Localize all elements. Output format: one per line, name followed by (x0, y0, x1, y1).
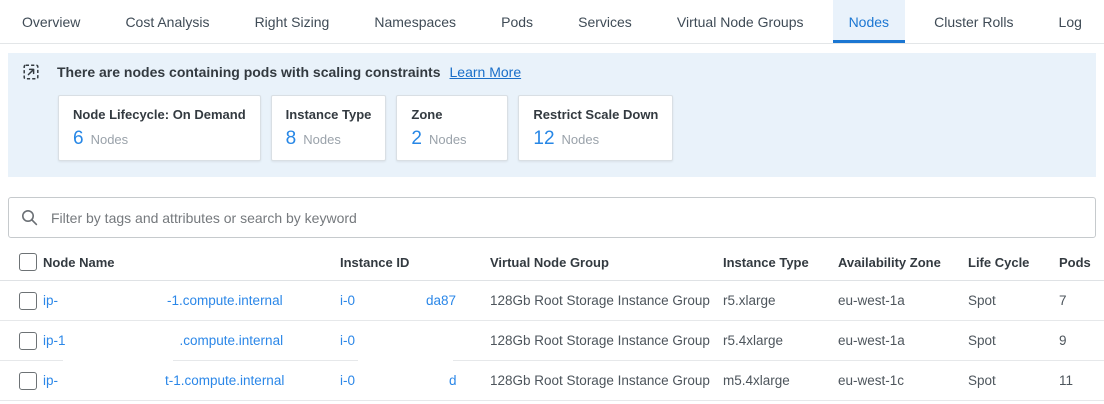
filter-bar (8, 197, 1096, 238)
node-name-link[interactable]: ip- (43, 373, 58, 388)
pods-cell: 9 (1059, 333, 1104, 348)
tab-overview[interactable]: Overview (6, 0, 96, 43)
redaction-patch (358, 357, 453, 362)
redaction-patch (63, 357, 173, 362)
card-unit: Nodes (91, 132, 129, 147)
node-name-link[interactable]: t-1.compute.internal (165, 373, 284, 388)
learn-more-link[interactable]: Learn More (450, 64, 522, 80)
banner-message: There are nodes containing pods with sca… (57, 64, 441, 80)
table-row: ip- t-1.compute.internal i-0 d 128Gb Roo… (0, 361, 1104, 401)
node-name-link[interactable]: .compute.internal (180, 333, 284, 348)
table-header-row: Node Name Instance ID Virtual Node Group… (0, 244, 1104, 281)
card-count: 6 (73, 128, 84, 150)
column-header-node-name[interactable]: Node Name (43, 255, 340, 270)
virtual-node-group-cell: 128Gb Root Storage Instance Group (490, 373, 723, 388)
card-unit: Nodes (303, 132, 341, 147)
tab-nodes[interactable]: Nodes (833, 0, 905, 43)
scaling-constraints-banner: There are nodes containing pods with sca… (8, 53, 1096, 177)
instance-type-cell: m5.4xlarge (723, 373, 838, 388)
life-cycle-cell: Spot (968, 333, 1059, 348)
instance-type-cell: r5.xlarge (723, 293, 838, 308)
search-icon (21, 209, 38, 226)
card-count: 8 (286, 128, 297, 150)
tab-right-sizing[interactable]: Right Sizing (239, 0, 346, 43)
scale-up-icon (23, 64, 39, 80)
life-cycle-cell: Spot (968, 293, 1059, 308)
availability-zone-cell: eu-west-1a (838, 293, 968, 308)
card-unit: Nodes (429, 132, 467, 147)
virtual-node-group-cell: 128Gb Root Storage Instance Group (490, 333, 723, 348)
availability-zone-cell: eu-west-1c (838, 373, 968, 388)
redacted-text (66, 340, 180, 341)
tab-cost-analysis[interactable]: Cost Analysis (109, 0, 225, 43)
virtual-node-group-cell: 128Gb Root Storage Instance Group (490, 293, 723, 308)
node-name-link[interactable]: ip- (43, 293, 58, 308)
availability-zone-cell: eu-west-1a (838, 333, 968, 348)
card-count: 2 (411, 128, 422, 150)
column-header-virtual-node-group[interactable]: Virtual Node Group (490, 255, 723, 270)
pods-cell: 11 (1059, 373, 1104, 388)
table-row: ip-1 .compute.internal i-0 128Gb Root St… (0, 321, 1104, 361)
tab-namespaces[interactable]: Namespaces (358, 0, 472, 43)
card-node-lifecycle[interactable]: Node Lifecycle: On Demand 6 Nodes (58, 95, 261, 161)
column-header-life-cycle[interactable]: Life Cycle (968, 255, 1059, 270)
card-zone[interactable]: Zone 2 Nodes (396, 95, 508, 161)
row-checkbox[interactable] (19, 332, 37, 350)
card-instance-type[interactable]: Instance Type 8 Nodes (271, 95, 387, 161)
tab-bar: Overview Cost Analysis Right Sizing Name… (0, 0, 1104, 44)
row-checkbox[interactable] (19, 292, 37, 310)
node-name-link[interactable]: ip-1 (43, 333, 66, 348)
tab-cluster-rolls[interactable]: Cluster Rolls (918, 0, 1029, 43)
instance-id-link[interactable]: d (449, 373, 457, 388)
redacted-text (355, 340, 455, 341)
card-count: 12 (533, 128, 554, 150)
pods-cell: 7 (1059, 293, 1104, 308)
life-cycle-cell: Spot (968, 373, 1059, 388)
card-title: Node Lifecycle: On Demand (73, 107, 246, 122)
redacted-text (58, 380, 165, 381)
redacted-text (355, 300, 426, 301)
tab-log[interactable]: Log (1043, 0, 1098, 43)
instance-id-link[interactable]: i-0 (340, 293, 355, 308)
row-checkbox[interactable] (19, 372, 37, 390)
redacted-text (58, 300, 167, 301)
nodes-table: Node Name Instance ID Virtual Node Group… (0, 244, 1104, 401)
tab-services[interactable]: Services (562, 0, 648, 43)
filter-input[interactable] (49, 209, 1083, 227)
card-unit: Nodes (562, 132, 600, 147)
instance-id-link[interactable]: i-0 (340, 333, 355, 348)
card-title: Restrict Scale Down (533, 107, 658, 122)
card-restrict-scale-down[interactable]: Restrict Scale Down 12 Nodes (518, 95, 673, 161)
table-row: ip- -1.compute.internal i-0 da87 128Gb R… (0, 281, 1104, 321)
column-header-availability-zone[interactable]: Availability Zone (838, 255, 968, 270)
node-name-link[interactable]: -1.compute.internal (167, 293, 283, 308)
column-header-pods[interactable]: Pods (1059, 255, 1104, 270)
tab-pods[interactable]: Pods (485, 0, 549, 43)
instance-id-link[interactable]: da87 (426, 293, 456, 308)
tab-virtual-node-groups[interactable]: Virtual Node Groups (661, 0, 820, 43)
instance-type-cell: r5.4xlarge (723, 333, 838, 348)
card-title: Zone (411, 107, 493, 122)
column-header-instance-type[interactable]: Instance Type (723, 255, 838, 270)
column-header-instance-id[interactable]: Instance ID (340, 255, 490, 270)
redacted-text (355, 380, 449, 381)
constraint-cards: Node Lifecycle: On Demand 6 Nodes Instan… (58, 95, 1081, 161)
select-all-checkbox[interactable] (19, 253, 37, 271)
card-title: Instance Type (286, 107, 372, 122)
instance-id-link[interactable]: i-0 (340, 373, 355, 388)
